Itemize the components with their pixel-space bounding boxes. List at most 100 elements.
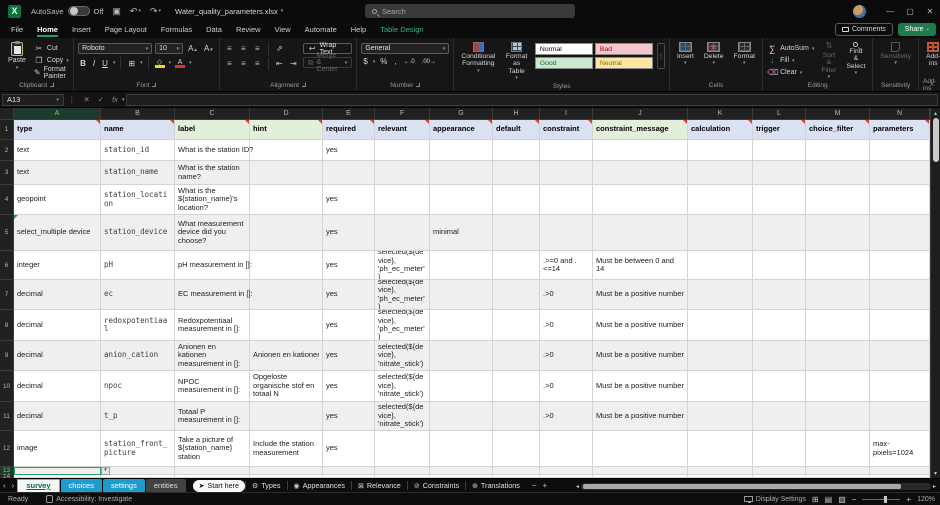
display-settings-button[interactable]: Display Settings [744,496,806,503]
format-painter-button[interactable]: ✎Format Painter [34,67,69,78]
cell-L8[interactable] [753,310,806,341]
cell-G11[interactable] [430,402,493,431]
menu-tab-data[interactable]: Data [199,23,229,37]
sheet-tab-choices[interactable]: choices [61,479,102,493]
cell-E13[interactable] [323,467,375,475]
cell-A6[interactable]: integer [14,251,101,280]
cell-L5[interactable] [753,215,806,251]
cell-F8[interactable]: selected(${device}, 'ph_ec_meter') [375,310,430,341]
copy-button[interactable]: ❐Copy▾ [34,55,69,66]
cell-style-good[interactable]: Good [535,57,593,69]
cell-N6[interactable] [870,251,930,280]
share-button[interactable]: Share ▾ [898,23,936,36]
cell-N13[interactable] [870,467,930,475]
delete-cells-button[interactable]: Delete▾ [701,41,727,68]
cell-H11[interactable] [493,402,540,431]
appearances-button[interactable]: ◉Appearances [288,480,351,492]
cell-A9[interactable]: decimal [14,341,101,371]
cell-M12[interactable] [806,431,870,467]
cell-C11[interactable]: Totaal P measurement in []: [175,402,250,431]
menu-tab-file[interactable]: File [4,23,30,37]
cell-J8[interactable]: Must be a positive number [593,310,688,341]
accessibility-status[interactable]: Accessibility: Investigate [46,495,132,503]
fill-color-button[interactable]: ◇ [154,58,166,68]
align-top-button[interactable]: ≡ [224,45,235,54]
cell-A1[interactable]: type [14,120,101,140]
document-title[interactable]: Water_quality_parameters.xlsx ▾ [175,7,283,16]
cell-H1[interactable]: default [493,120,540,140]
cell-J9[interactable]: Must be a positive number [593,341,688,371]
cell-F6[interactable]: selected(${device}, 'ph_ec_meter') [375,251,430,280]
cell-G7[interactable] [430,280,493,310]
cell-D2[interactable] [250,140,323,161]
column-header-D[interactable]: D [250,108,323,120]
cell-G3[interactable] [430,161,493,185]
column-header-H[interactable]: H [493,108,540,120]
cell-N3[interactable] [870,161,930,185]
font-color-button[interactable]: A [174,59,186,68]
cell-B13[interactable] [101,467,175,475]
accounting-format-button[interactable]: $ [361,57,369,66]
close-button[interactable]: ✕ [920,0,940,22]
cell-B3[interactable]: station_name [101,161,175,185]
column-header-M[interactable]: M [806,108,870,120]
undo-icon[interactable]: ↶ [130,6,138,17]
cell-L12[interactable] [753,431,806,467]
cell-H4[interactable] [493,185,540,215]
cell-H12[interactable] [493,431,540,467]
format-cells-button[interactable]: Format▾ [731,41,759,68]
decrease-indent-button[interactable]: ⇤ [274,60,285,69]
cell-H13[interactable] [493,467,540,475]
column-header-K[interactable]: K [688,108,753,120]
cell-B11[interactable]: t_p [101,402,175,431]
column-header-N[interactable]: N [870,108,930,120]
cell-I5[interactable] [540,215,593,251]
cell-G12[interactable] [430,431,493,467]
cell-L10[interactable] [753,371,806,402]
user-avatar[interactable] [853,5,866,18]
normal-view-button[interactable]: ⊞ [812,495,819,504]
cell-I11[interactable]: .>0 [540,402,593,431]
percent-style-button[interactable]: % [378,57,389,66]
zoom-in-button[interactable]: + [906,495,911,504]
cell-M5[interactable] [806,215,870,251]
cell-B10[interactable]: npoc [101,371,175,402]
cell-A4[interactable]: geopoint [14,185,101,215]
insert-cells-button[interactable]: Insert▾ [674,41,697,68]
cell-G1[interactable]: appearance [430,120,493,140]
cell-K9[interactable] [688,341,753,371]
cell-N7[interactable] [870,280,930,310]
cell-E5[interactable]: yes [323,215,375,251]
cell-C9[interactable]: Anionen en kationen measurement in []: [175,341,250,371]
cell-N4[interactable] [870,185,930,215]
select-all-corner[interactable] [0,108,14,120]
cell-C1[interactable]: label [175,120,250,140]
cell-E11[interactable]: yes [323,402,375,431]
autosave-control[interactable]: AutoSave Off [31,6,103,16]
cell-I12[interactable] [540,431,593,467]
cell-E9[interactable]: yes [323,341,375,371]
styles-more-button[interactable]: ⋮ [657,43,665,69]
cell-I10[interactable]: .>0 [540,371,593,402]
cell-J5[interactable] [593,215,688,251]
collapse-ribbon-button[interactable]: ˄ [930,82,934,89]
cell-E1[interactable]: required [323,120,375,140]
maximize-button[interactable]: ▢ [900,0,920,22]
cell-J2[interactable] [593,140,688,161]
scroll-down-icon[interactable]: ▾ [934,468,937,478]
row-header-8[interactable]: 8 [0,310,14,341]
cell-E2[interactable]: yes [323,140,375,161]
sheet-tab-entities[interactable]: entities [146,479,186,493]
column-header-B[interactable]: B [101,108,175,120]
align-left-button[interactable]: ≡ [224,60,235,69]
cell-D1[interactable]: hint [250,120,323,140]
cell-L6[interactable] [753,251,806,280]
dialog-launcher-icon[interactable] [152,83,156,87]
sensitivity-button[interactable]: Sensitivity▾ [877,41,914,68]
italic-button[interactable]: I [91,59,97,68]
cell-I6[interactable]: .>=0 and .<=14 [540,251,593,280]
cell-K6[interactable] [688,251,753,280]
cell-A2[interactable]: text [14,140,101,161]
cell-C2[interactable]: What is the station ID? [175,140,250,161]
cell-H5[interactable] [493,215,540,251]
